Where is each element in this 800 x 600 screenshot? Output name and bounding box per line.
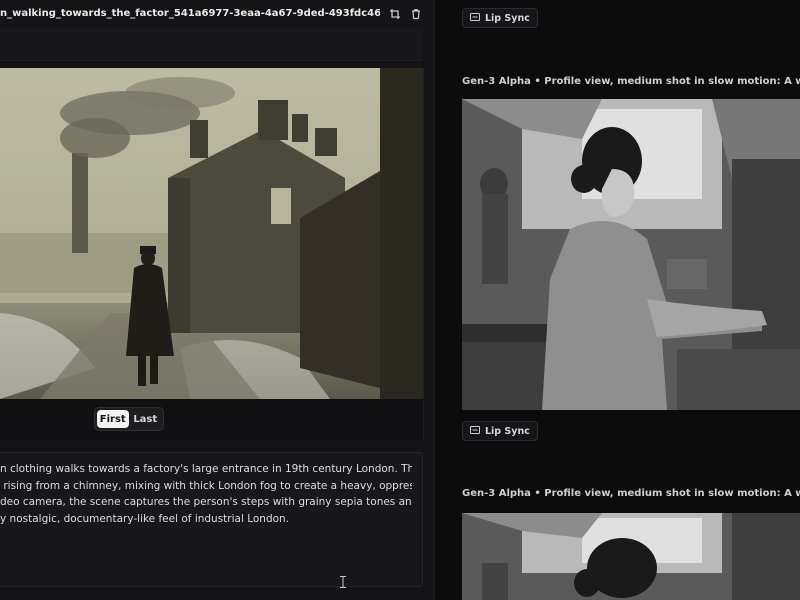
lip-sync-icon	[470, 12, 480, 24]
image-detail-panel: n_walking_towards_the_factor_541a6977-3e…	[0, 0, 433, 600]
prompt-line-3: deo camera, the scene captures the perso…	[0, 496, 412, 508]
generations-feed: Lip Sync Gen-3 Alpha • Profile view, med…	[435, 0, 800, 600]
last-frame-button[interactable]: Last	[130, 410, 162, 428]
frame-toggle: First Last	[94, 407, 164, 431]
first-frame-button[interactable]: First	[97, 410, 129, 428]
generation-title-1: Gen-3 Alpha • Profile view, medium shot …	[462, 76, 800, 87]
generation-video-2[interactable]	[462, 513, 800, 600]
prompt-line-1: n clothing walks towards a factory's lar…	[0, 463, 412, 475]
preview-image	[0, 68, 423, 399]
prompt-line-4: y nostalgic, documentary-like feel of in…	[0, 512, 290, 525]
trash-icon[interactable]	[409, 7, 423, 21]
lip-sync-label: Lip Sync	[485, 425, 530, 437]
prompt-line-2: rising from a chimney, mixing with thick…	[0, 479, 412, 492]
preview-frame	[0, 68, 424, 440]
lip-sync-label: Lip Sync	[485, 12, 530, 24]
lip-sync-icon	[470, 425, 480, 437]
generation-title-2: Gen-3 Alpha • Profile view, medium shot …	[462, 488, 800, 499]
prompt-text: n clothing walks towards a factory's lar…	[0, 461, 412, 527]
file-header: n_walking_towards_the_factor_541a6977-3e…	[0, 0, 433, 28]
lip-sync-button-2[interactable]: Lip Sync	[462, 421, 538, 441]
prompt-textarea[interactable]: n clothing walks towards a factory's lar…	[0, 452, 423, 587]
file-name: n_walking_towards_the_factor_541a6977-3e…	[0, 8, 380, 19]
crop-icon[interactable]	[388, 7, 402, 21]
generation-video-1[interactable]	[462, 99, 800, 410]
toolbar-strip	[0, 28, 423, 61]
lip-sync-button[interactable]: Lip Sync	[462, 8, 538, 28]
text-cursor-icon	[340, 573, 346, 588]
